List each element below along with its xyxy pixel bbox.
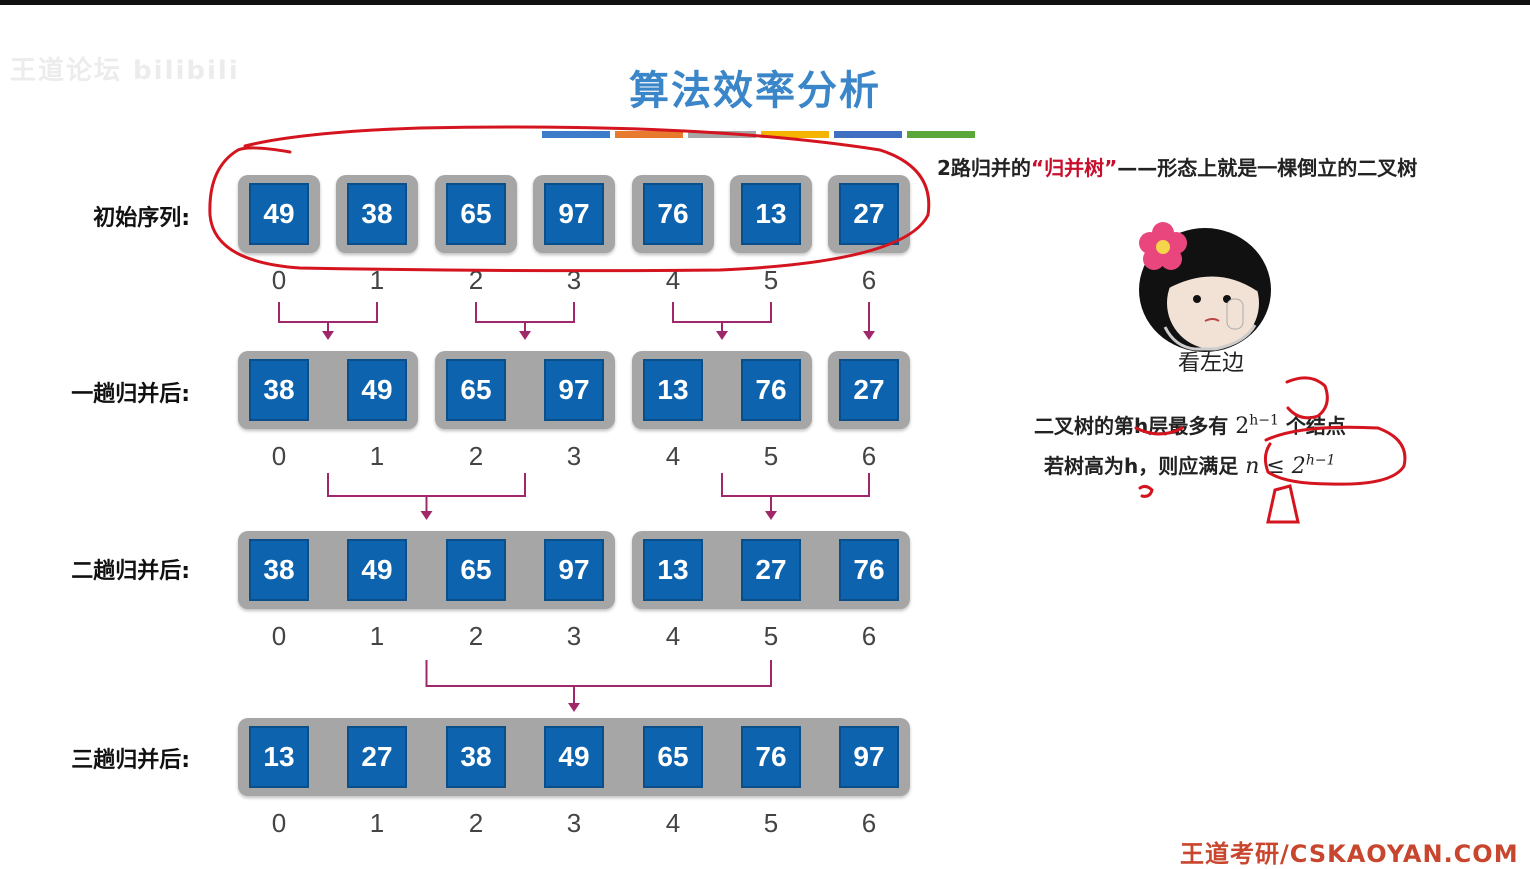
footer-brand: 王道考研/CSKAOYAN.COM — [1180, 840, 1519, 868]
hand-drawn-annotations — [208, 125, 1407, 524]
